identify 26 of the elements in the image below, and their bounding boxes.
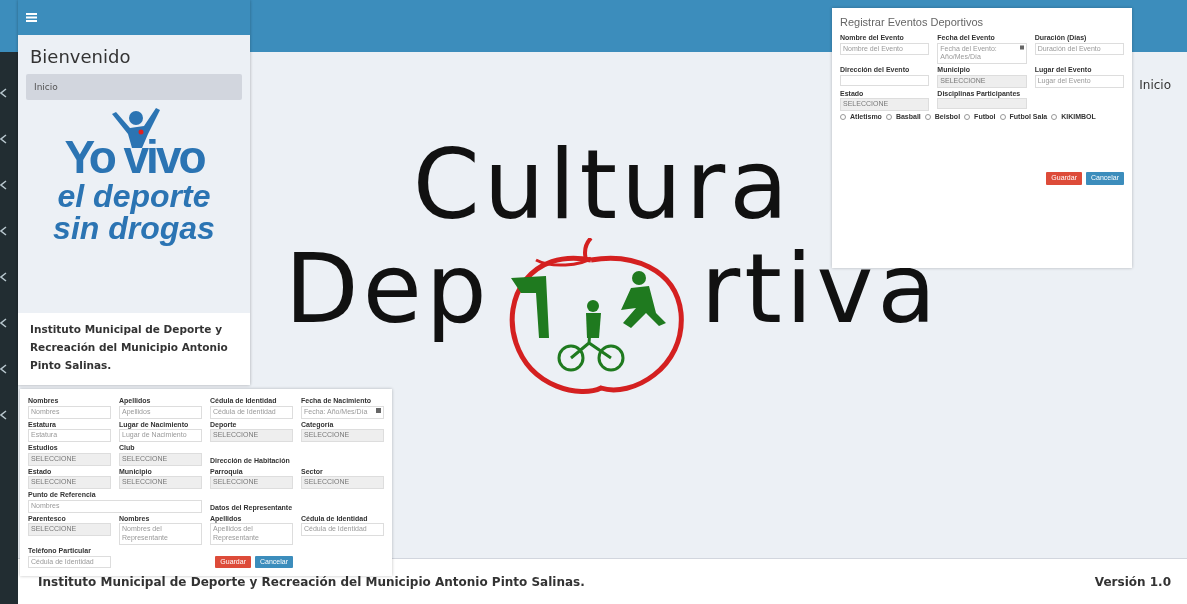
logo-text: el deporte bbox=[57, 180, 211, 212]
calendar-icon bbox=[1019, 44, 1024, 50]
breadcrumb-link[interactable]: Inicio bbox=[26, 74, 242, 100]
chevron-left-icon bbox=[0, 272, 8, 282]
page-heading: Bienvenido bbox=[30, 45, 132, 69]
chevron-left-icon bbox=[0, 318, 8, 328]
form-title: Registrar Eventos Deportivos bbox=[840, 16, 985, 30]
logo-text: sin drogas bbox=[53, 212, 215, 244]
breadcrumb-link[interactable]: Inicio bbox=[1139, 76, 1171, 94]
calendar-icon bbox=[376, 407, 381, 413]
footer-text: Instituto Municipal de Deporte y Recreación del Municipio Antonio Pinto Salinas. bbox=[30, 322, 229, 373]
hero-title: rtiva bbox=[700, 237, 941, 342]
footer-text: Instituto Municipal de Deporte y Recreación del Municipio Antonio Pinto Salinas. bbox=[38, 573, 585, 591]
chevron-left-icon bbox=[0, 364, 8, 374]
chevron-left-icon bbox=[0, 134, 8, 144]
menu-icon bbox=[26, 13, 37, 22]
select-field[interactable] bbox=[937, 98, 1027, 110]
chevron-left-icon bbox=[0, 180, 8, 190]
chevron-left-icon bbox=[0, 410, 8, 420]
chevron-left-icon bbox=[0, 88, 8, 98]
hero-title: Dep bbox=[284, 237, 491, 342]
chevron-left-icon bbox=[0, 226, 8, 236]
hero-title: Cultura bbox=[412, 134, 793, 238]
logo-text: Yo vivo bbox=[64, 134, 204, 180]
input-field[interactable] bbox=[840, 74, 930, 86]
version-label: Versión 1.0 bbox=[1094, 573, 1171, 591]
